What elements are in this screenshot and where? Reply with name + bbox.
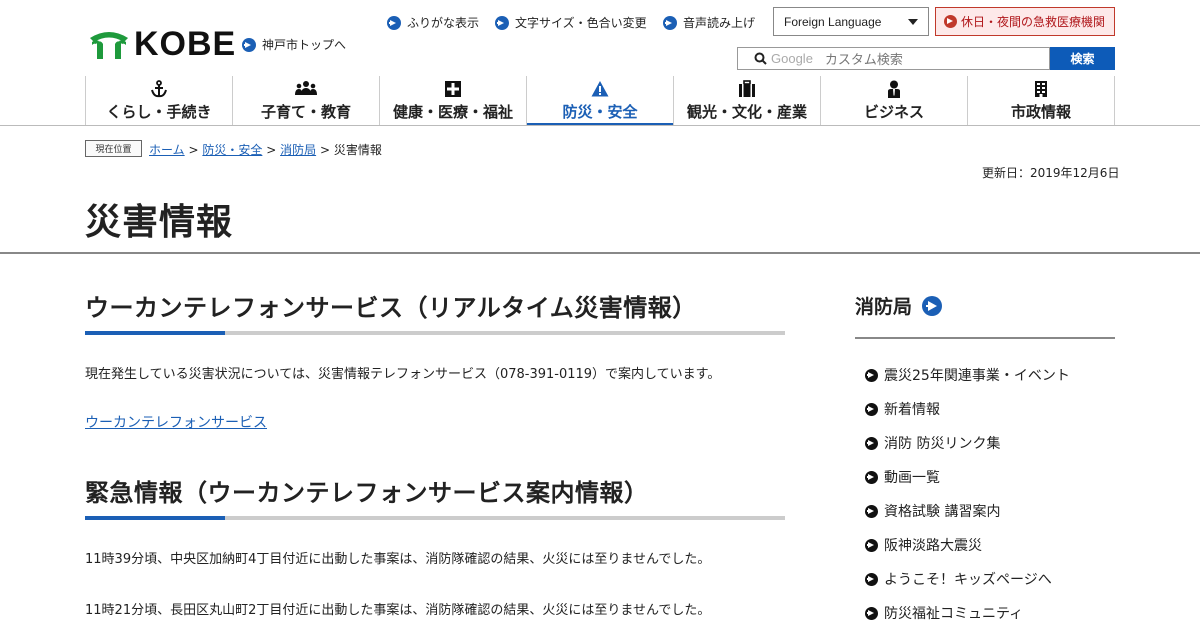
breadcrumb-current: 災害情報: [333, 143, 382, 157]
search-button[interactable]: 検索: [1050, 47, 1115, 70]
building-icon: [1035, 81, 1047, 97]
arrow-right-icon: [865, 504, 878, 518]
search-placeholder: カスタム検索: [824, 53, 903, 68]
section-heading-telephone: ウーカンテレフォンサービス（リアルタイム災害情報）: [85, 294, 697, 322]
breadcrumb-disaster[interactable]: 防災・安全: [202, 143, 262, 157]
arrow-right-icon: [242, 37, 256, 52]
sidebar-item[interactable]: 消防 防災リンク集: [865, 433, 1000, 453]
nav-item-childcare[interactable]: 子育て・教育: [232, 76, 379, 126]
search-icon: [754, 52, 767, 65]
sidebar-item[interactable]: ようこそ！キッズページへ: [865, 569, 1052, 589]
nav-label: 観光・文化・産業: [686, 103, 807, 121]
arrow-right-icon: [387, 15, 401, 30]
nav-item-business[interactable]: ビジネス: [820, 76, 967, 126]
nav-item-disaster[interactable]: 防災・安全: [526, 76, 673, 126]
breadcrumb-separator: >: [266, 143, 277, 157]
furigana-label: ふりがな表示: [407, 16, 480, 30]
sidebar-item[interactable]: 阪神淡路大震災: [865, 535, 982, 555]
nav-label: 防災・安全: [562, 103, 638, 121]
language-select[interactable]: Foreign Language: [773, 7, 929, 36]
breadcrumb: ホーム > 防災・安全 > 消防局 > 災害情報: [149, 141, 382, 158]
sidebar-item[interactable]: 震災25年関連事業・イベント: [865, 365, 1070, 385]
sidebar-item-label: 阪神淡路大震災: [884, 538, 982, 554]
title-divider: [0, 252, 1200, 254]
hospital-icon: [445, 81, 461, 97]
updated-date: 更新日：2019年12月6日: [982, 166, 1120, 180]
nav-label: 健康・医療・福祉: [392, 103, 513, 121]
text-size-color-link[interactable]: 文字サイズ・色合い変更: [495, 14, 647, 31]
emergency-label: 休日・夜間の急救医療機関: [961, 15, 1106, 29]
nav-label: 市政情報: [1010, 103, 1071, 121]
global-nav: くらし・手続き 子育て・教育 健康・医療・福祉 防災・安全 観光・文化・産業 ビ…: [85, 76, 1115, 126]
arrow-right-icon: [865, 402, 878, 416]
header-divider: [0, 125, 1200, 126]
read-aloud-label: 音声読み上げ: [683, 16, 756, 30]
section-heading-emergency: 緊急情報（ウーカンテレフォンサービス案内情報）: [85, 479, 649, 507]
search-input[interactable]: Google カスタム検索: [737, 47, 1050, 70]
nav-label: 子育て・教育: [260, 103, 351, 121]
arrow-right-icon: [865, 368, 878, 382]
nav-label: ビジネス: [863, 103, 924, 121]
sidebar-item-label: 消防 防災リンク集: [884, 436, 1001, 452]
sidebar-divider: [855, 337, 1115, 339]
emergency-item: 11時21分頃、長田区丸山町2丁目付近に出動した事案は、消防隊確認の結果、火災に…: [85, 603, 711, 618]
kobe-mark-icon: [90, 32, 128, 59]
arrow-right-icon: [663, 15, 677, 30]
arrow-right-icon: [865, 572, 878, 586]
sidebar-item-label: 資格試験 講習案内: [884, 504, 1001, 520]
arrow-right-icon: [865, 436, 878, 450]
text-size-label: 文字サイズ・色合い変更: [515, 16, 647, 30]
sidebar-item[interactable]: 新着情報: [865, 399, 940, 419]
sidebar-item-label: ようこそ！キッズページへ: [884, 572, 1052, 588]
logo-text: KOBE: [134, 25, 237, 63]
furigana-link[interactable]: ふりがな表示: [387, 14, 479, 31]
nav-item-health[interactable]: 健康・医療・福祉: [379, 76, 526, 126]
sidebar-item[interactable]: 資格試験 講習案内: [865, 501, 1000, 521]
arrow-right-icon: [922, 295, 943, 316]
sidebar-item[interactable]: 動画一覧: [865, 467, 940, 487]
sidebar-item-label: 新着情報: [884, 402, 940, 418]
breadcrumb-fire-dept[interactable]: 消防局: [280, 143, 316, 157]
arrow-right-icon: [495, 15, 509, 30]
sidebar-item[interactable]: 防災福祉コミュニティ: [865, 603, 1023, 623]
chevron-down-icon: [908, 18, 918, 25]
emergency-item: 11時39分頃、中央区加納町4丁目付近に出動した事案は、消防隊確認の結果、火災に…: [85, 552, 711, 567]
nav-label: くらし・手続き: [106, 103, 212, 121]
arrow-right-icon: [865, 538, 878, 552]
page-title: 災害情報: [85, 202, 234, 243]
arrow-right-icon: [865, 606, 878, 620]
sidebar-item-label: 動画一覧: [884, 470, 940, 486]
read-aloud-link[interactable]: 音声読み上げ: [663, 14, 755, 31]
google-brand: Google: [771, 51, 813, 66]
city-top-link[interactable]: 神戸市トップへ: [242, 36, 346, 53]
person-icon: [888, 80, 900, 98]
arrow-right-icon: [865, 470, 878, 484]
telephone-service-link[interactable]: ウーカンテレフォンサービス: [85, 412, 267, 432]
arrow-right-icon: [944, 15, 957, 28]
heading-underline: [85, 516, 785, 520]
breadcrumb-separator: >: [319, 143, 330, 157]
sidebar-item-label: 防災福祉コミュニティ: [884, 606, 1024, 622]
section-text: 現在発生している災害状況については、災害情報テレフォンサービス（078-391-…: [85, 367, 721, 382]
anchor-icon: [151, 80, 167, 98]
sidebar-title: 消防局: [855, 296, 913, 318]
breadcrumb-separator: >: [188, 143, 199, 157]
suitcase-icon: [739, 80, 755, 97]
warning-icon: [591, 81, 609, 97]
kobe-logo[interactable]: KOBE: [88, 26, 236, 62]
language-select-value: Foreign Language: [784, 14, 882, 29]
nav-item-tourism[interactable]: 観光・文化・産業: [673, 76, 820, 126]
people-icon: [295, 81, 317, 95]
breadcrumb-home[interactable]: ホーム: [149, 143, 185, 157]
nav-item-cityhall[interactable]: 市政情報: [967, 76, 1115, 126]
heading-underline: [85, 331, 785, 335]
emergency-medical-link[interactable]: 休日・夜間の急救医療機関: [935, 7, 1115, 36]
current-location-badge: 現在位置: [85, 140, 142, 157]
nav-item-living[interactable]: くらし・手続き: [85, 76, 232, 126]
sidebar-title-link[interactable]: 消防局: [855, 292, 943, 319]
sidebar-item-label: 震災25年関連事業・イベント: [884, 368, 1070, 384]
city-top-label: 神戸市トップへ: [262, 38, 347, 52]
